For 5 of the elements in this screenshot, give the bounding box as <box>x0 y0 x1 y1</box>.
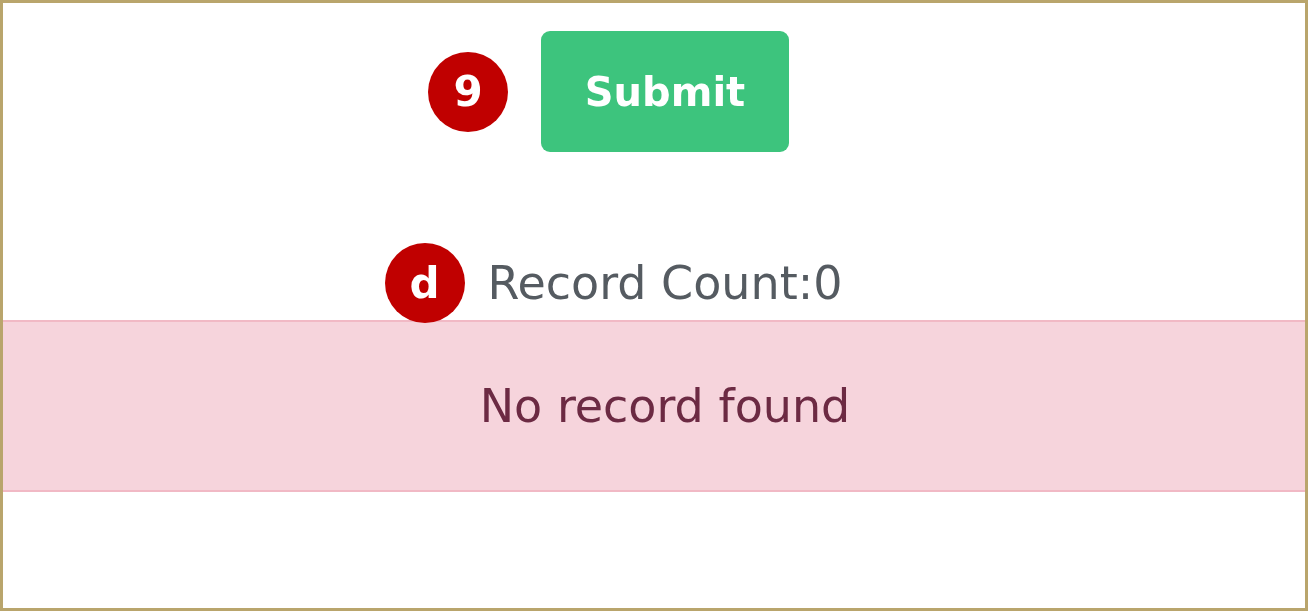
step-marker: d <box>384 243 465 323</box>
step-marker: 9 <box>428 51 508 132</box>
alert-message: No record found <box>478 379 851 433</box>
record-count: Record Count:0 <box>487 255 843 312</box>
submit-button[interactable]: Submit <box>541 31 789 152</box>
